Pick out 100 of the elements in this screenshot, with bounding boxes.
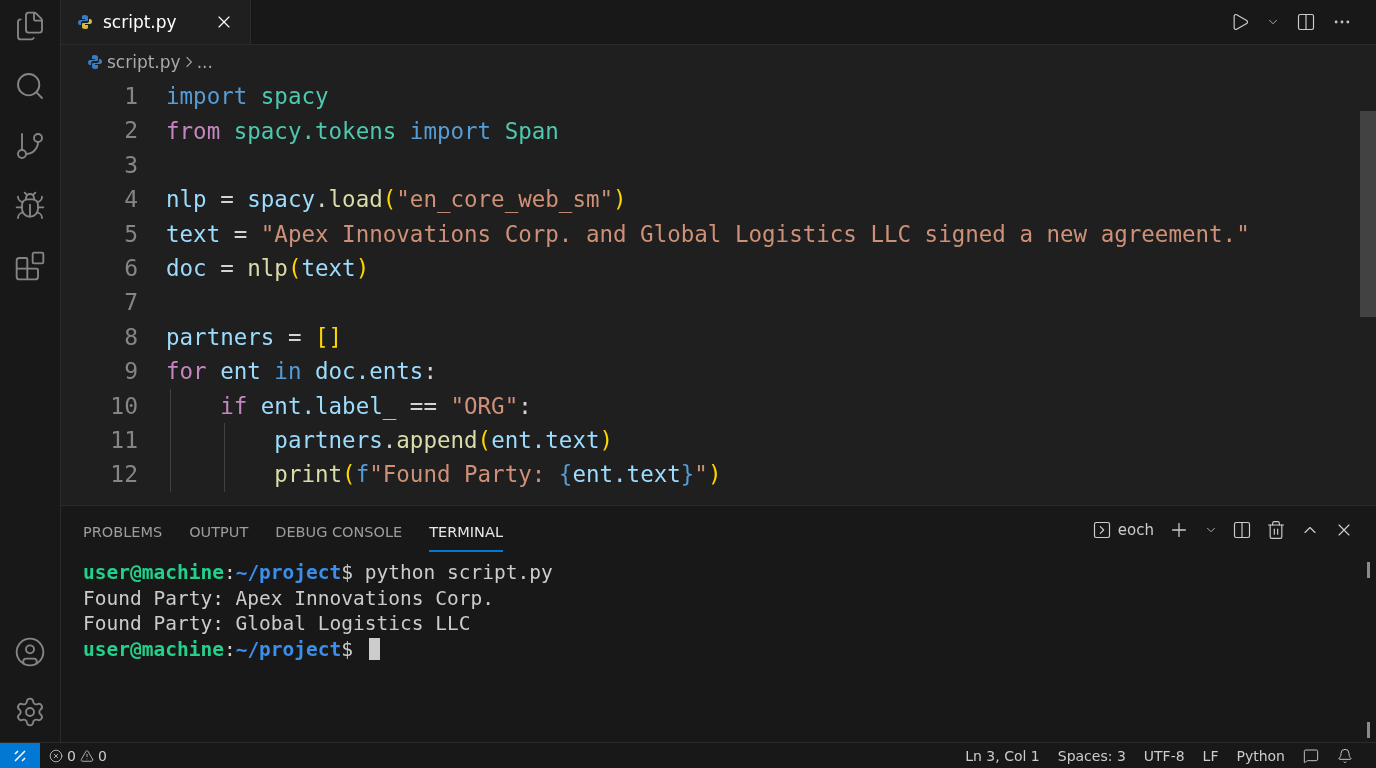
status-item[interactable]: Ln 3, Col 1 — [956, 747, 1049, 764]
line-number: 2 — [124, 116, 138, 146]
code-token: doc — [166, 255, 207, 282]
code-token: if — [219, 392, 248, 419]
trash-icon[interactable] — [1266, 520, 1286, 540]
feedback-icon[interactable] — [1303, 747, 1319, 764]
code-token: import — [166, 83, 248, 110]
terminal-user: user@machine — [83, 560, 224, 586]
code-token: doc.ents — [314, 358, 424, 385]
code-token: = — [219, 255, 235, 282]
remote-icon — [13, 748, 27, 763]
code-token: ) — [707, 461, 722, 488]
code-token: ent.text — [572, 461, 681, 488]
status-item[interactable]: Python — [1227, 747, 1294, 764]
code-token: = — [219, 186, 235, 213]
error-icon[interactable] — [49, 748, 63, 763]
terminal-output: Found Party: Global Logistics LLC — [83, 611, 471, 637]
terminal-command: python script.py — [364, 560, 553, 586]
tab-label: script.py — [103, 12, 178, 32]
line-number: 12 — [110, 460, 138, 490]
python-icon — [87, 54, 103, 70]
warning-icon[interactable] — [79, 748, 94, 763]
code-token: ent — [219, 358, 261, 385]
code-token: spacy.tokens — [232, 117, 397, 144]
code-token: text — [166, 220, 221, 247]
terminal-prompt: $ — [341, 560, 354, 586]
line-number: 4 — [124, 185, 138, 215]
status-item[interactable]: Spaces: 3 — [1048, 747, 1135, 764]
line-number: 3 — [124, 150, 138, 180]
code-token: import — [408, 117, 492, 144]
status-item[interactable]: LF — [1193, 747, 1228, 764]
code-token: " — [694, 461, 708, 488]
terminal-path: ~/project — [235, 636, 342, 662]
scrollbar[interactable] — [1367, 722, 1370, 738]
panel-tab[interactable]: TERMINAL — [429, 512, 503, 552]
code-token: ent.text — [491, 427, 600, 454]
code-token: "Apex Innovations Corp. and Global Logistics LLC signed a new agreement." — [260, 220, 1250, 247]
error-count[interactable]: 0 — [67, 747, 76, 764]
line-number: 11 — [110, 426, 138, 456]
scrollbar[interactable] — [1367, 562, 1370, 578]
search-icon[interactable] — [14, 70, 46, 102]
terminal-user: user@machine — [83, 636, 224, 662]
code-token: ( — [342, 461, 356, 488]
code-token: ) — [599, 427, 614, 454]
terminal-output: Found Party: Apex Innovations Corp. — [83, 585, 494, 611]
branch-icon[interactable] — [14, 130, 46, 162]
line-number: 6 — [124, 254, 138, 284]
split-editor-icon[interactable] — [1296, 12, 1316, 32]
code-token: nlp — [247, 255, 288, 282]
terminal-separator: : — [223, 636, 236, 662]
code-token: ) — [613, 186, 627, 213]
code-token: : — [423, 358, 437, 385]
scrollbar[interactable] — [1360, 111, 1376, 317]
chevron-right-icon[interactable] — [184, 55, 193, 69]
panel-tab[interactable]: PROBLEMS — [83, 512, 163, 552]
code-token: [] — [315, 323, 343, 350]
code-token: } — [680, 461, 695, 488]
files-icon[interactable] — [14, 10, 46, 42]
code-token: ( — [477, 427, 492, 454]
blocks-icon[interactable] — [14, 250, 46, 282]
line-number: 9 — [124, 357, 138, 387]
code-token: ( — [382, 186, 397, 213]
code-token: spacy — [247, 186, 315, 213]
code-token: == — [408, 392, 438, 419]
line-number: 1 — [124, 82, 138, 111]
breadcrumb-file[interactable]: script.py — [107, 52, 181, 72]
terminal-cursor — [368, 638, 380, 661]
bug-play-icon[interactable] — [14, 190, 46, 222]
terminal-separator: : — [223, 560, 236, 586]
breadcrumb-more[interactable]: ... — [196, 52, 213, 72]
code-token: . — [382, 427, 397, 454]
python-icon — [77, 14, 93, 30]
code-token: = — [232, 220, 249, 247]
code-token: ) — [355, 255, 370, 282]
code-token: { — [558, 461, 573, 488]
line-number: 8 — [124, 322, 138, 352]
line-number: 10 — [110, 391, 138, 421]
code-token: load — [328, 186, 383, 213]
code-token: "Found Party: — [369, 461, 547, 488]
account-icon[interactable] — [14, 636, 46, 668]
line-number: 7 — [124, 288, 138, 318]
code-token: nlp — [166, 186, 207, 213]
line-number: 5 — [124, 219, 138, 249]
code-token: print — [273, 461, 343, 488]
code-token: Span — [503, 117, 559, 144]
code-token: ( — [287, 255, 302, 282]
terminal-name[interactable]: eoch — [1117, 521, 1154, 539]
status-item[interactable]: UTF-8 — [1134, 747, 1194, 764]
settings-icon[interactable] — [14, 696, 46, 728]
panel-tab[interactable]: OUTPUT — [189, 512, 249, 552]
code-token: spacy — [259, 83, 329, 110]
panel-tab[interactable]: DEBUG CONSOLE — [275, 512, 403, 552]
code-token: text — [301, 255, 356, 282]
editor-tab[interactable]: script.py — [61, 0, 251, 44]
bell-icon[interactable] — [1337, 747, 1353, 764]
warning-count[interactable]: 0 — [97, 747, 107, 764]
code-token: partners — [273, 427, 383, 454]
terminal-icon[interactable] — [1091, 520, 1112, 540]
split-terminal-icon[interactable] — [1232, 520, 1252, 540]
code-token: ent.label_ — [259, 392, 397, 419]
